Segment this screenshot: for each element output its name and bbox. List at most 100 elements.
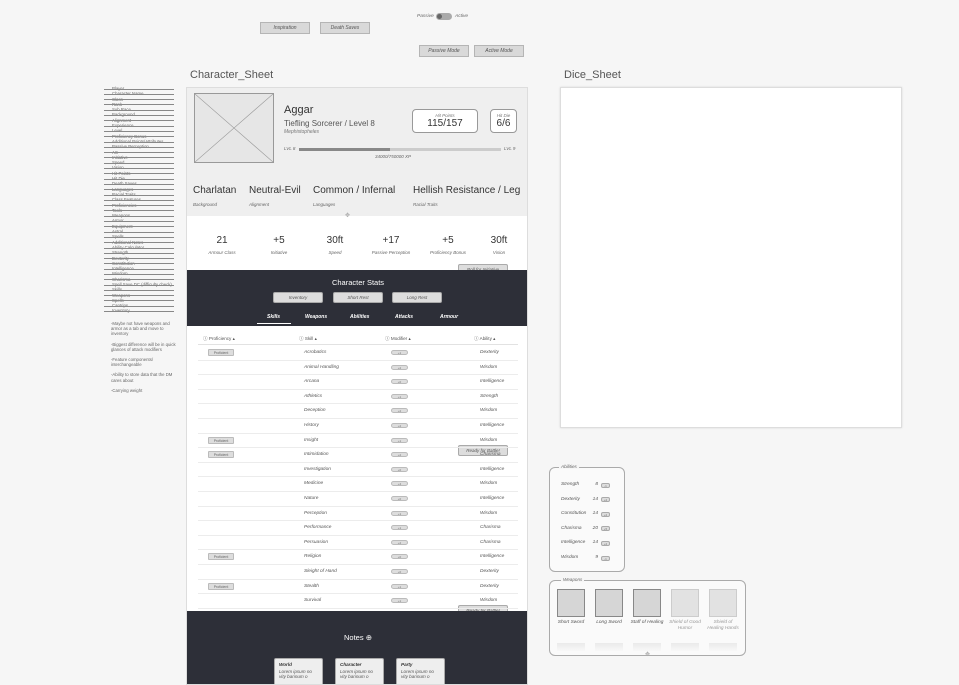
table-row[interactable]: Nature +0 Intelligence [198, 492, 518, 507]
modifier-pill[interactable]: +2 [391, 452, 408, 458]
table-row[interactable]: Investigation +0 Intelligence [198, 463, 518, 478]
ability-modifier-pill[interactable]: +5 [601, 526, 610, 532]
ability-modifier-pill[interactable]: +2 [601, 497, 610, 503]
ability-score: 20 [592, 525, 598, 531]
weapon-image[interactable] [557, 589, 585, 617]
ability-score: 14 [592, 496, 598, 502]
table-row[interactable]: Proficient Insight +1 Wisdom [198, 434, 518, 449]
dice-sheet[interactable] [560, 87, 902, 428]
hit-points-box[interactable]: Hit Points 115/157 [412, 109, 478, 133]
portrait-placeholder[interactable] [194, 93, 274, 163]
weapon-card-fade [557, 643, 585, 651]
weapon-card-fade [709, 643, 737, 651]
modifier-pill[interactable]: +2 [391, 408, 408, 414]
short-rest-button[interactable]: Short Rest [333, 292, 383, 303]
modifier-pill[interactable]: +1 [391, 350, 408, 355]
table-row[interactable]: Animal Handling +2 Wisdom [198, 361, 518, 376]
table-row[interactable]: Perception +1 Wisdom [198, 507, 518, 522]
weapons-move-handle-icon[interactable]: ✥ [645, 651, 650, 658]
ability-label: Intelligence [561, 540, 586, 546]
active-mode-button[interactable]: Active Mode [474, 45, 524, 57]
stat-value: +5 [273, 235, 285, 246]
ability-modifier-pill[interactable]: +2 [601, 540, 610, 546]
checklist-item: Inventory [104, 308, 184, 313]
weapon-card-fade [633, 643, 661, 651]
alignment-value: Neutral-Evil [249, 185, 301, 196]
table-row[interactable]: Survival +1 Wisdom [198, 594, 518, 609]
move-handle-icon[interactable]: ✥ [345, 212, 350, 219]
table-row[interactable]: Proficient Religion +0 Intelligence [198, 550, 518, 565]
table-row[interactable]: Sleight of Hand +0 Dexterity [198, 565, 518, 580]
table-row[interactable]: History +2 Intelligence [198, 419, 518, 434]
add-note-icon[interactable]: ⊕ [366, 633, 372, 642]
modifier-pill[interactable]: +0 [391, 496, 408, 501]
inventory-button[interactable]: Inventory [273, 292, 323, 303]
passive-mode-button[interactable]: Passive Mode [419, 45, 469, 57]
modifier-pill[interactable]: +1 [391, 437, 408, 443]
stat-label: Initiative [270, 250, 288, 255]
hit-die-box[interactable]: Hit Die 6/6 [490, 109, 517, 133]
stat-value: 30ft [326, 235, 344, 246]
modifier-pill[interactable]: +2 [391, 423, 408, 428]
ability-modifier-pill[interactable]: +2 [601, 511, 610, 517]
modifier-pill[interactable]: +4 [391, 481, 408, 487]
weapon-image[interactable] [671, 589, 699, 617]
note-card-party[interactable]: Party Lorem ipsum no vity barinum o [396, 658, 445, 684]
long-rest-button[interactable]: Long Rest [392, 292, 442, 303]
tab-weapons[interactable]: Weapons [305, 314, 327, 320]
modifier-pill[interactable]: +2 [391, 364, 408, 370]
notes-title[interactable]: Notes ⊕ [187, 633, 527, 642]
weapon-image[interactable] [633, 589, 661, 617]
modifier-pill[interactable]: +1 [391, 525, 408, 531]
weapons-panel-title: Weapons [561, 577, 585, 582]
note-card-character[interactable]: Character Lorem ipsum no vity barinum o [335, 658, 384, 684]
image-placeholder-icon [194, 93, 274, 163]
note-card-world[interactable]: World Lorem ipsum no vity barinum o [274, 658, 323, 684]
modifier-pill[interactable]: +1 [391, 510, 408, 516]
mode-toggle[interactable]: Passive Active [415, 13, 475, 21]
table-row[interactable]: Proficient Acrobatics +1 Dexterity [198, 346, 518, 361]
table-row[interactable]: Performance +1 Charisma [198, 521, 518, 536]
ability-name: Dexterity [480, 350, 499, 355]
ability-label: Strength [561, 482, 580, 487]
table-row[interactable]: Proficient Intimidation +2 Charisma [198, 448, 518, 463]
ability-modifier-pill[interactable]: -1 [601, 555, 610, 561]
stat-value: +17 [382, 235, 400, 246]
table-row[interactable]: Deception +2 Wisdom [198, 404, 518, 419]
tab-attacks[interactable]: Attacks [395, 314, 413, 320]
col-ability[interactable]: ⓘ Ability ▴ [474, 336, 495, 342]
ability-name: Intelligence [480, 466, 505, 472]
modifier-pill[interactable]: +1 [391, 393, 408, 399]
ability-name: Wisdom [480, 364, 498, 370]
modifier-pill[interactable]: +0 [391, 554, 408, 560]
modifier-pill[interactable]: +1 [391, 598, 408, 604]
ability-modifier-pill[interactable]: -1 [601, 482, 610, 488]
design-note: -Ability to store data that the DM cares… [111, 372, 173, 383]
character-subtitle: Mephistopheles [284, 129, 320, 135]
toggle-switch[interactable] [436, 13, 452, 20]
tab-abilities[interactable]: Abilities [350, 314, 369, 320]
table-row[interactable]: Athletics +1 Strength [198, 390, 518, 405]
weapon-image[interactable] [709, 589, 737, 617]
col-modifier[interactable]: ⓘ Modifier ▴ [385, 336, 411, 342]
tab-armour[interactable]: Armour [440, 314, 458, 320]
weapon-name: Staff of Healing [630, 620, 664, 625]
col-skill[interactable]: ⓘ Skill ▴ [299, 336, 317, 342]
death-saves-button[interactable]: Death Saves [320, 22, 370, 34]
inspiration-button[interactable]: Inspiration [260, 22, 310, 34]
skill-name: Perception [304, 510, 327, 516]
modifier-pill[interactable]: +0 [391, 466, 408, 472]
xp-progress-fill [299, 148, 390, 151]
table-row[interactable]: Proficient Stealth +1 Dexterity [198, 580, 518, 595]
modifier-pill[interactable]: +2 [391, 539, 408, 545]
weapon-image[interactable] [595, 589, 623, 617]
modifier-pill[interactable]: +0 [391, 569, 408, 574]
table-row[interactable]: Arcana +0 Intelligence [198, 375, 518, 390]
modifier-pill[interactable]: +1 [391, 583, 408, 589]
tab-skills[interactable]: Skills [267, 314, 280, 320]
col-proficiency[interactable]: ⓘ Proficiency ▴ [203, 336, 235, 342]
dice-sheet-frame-title: Dice_Sheet [564, 69, 621, 81]
table-row[interactable]: Persuasion +2 Charisma [198, 536, 518, 551]
modifier-pill[interactable]: +0 [391, 379, 408, 385]
table-row[interactable]: Medicine +4 Wisdom [198, 477, 518, 492]
